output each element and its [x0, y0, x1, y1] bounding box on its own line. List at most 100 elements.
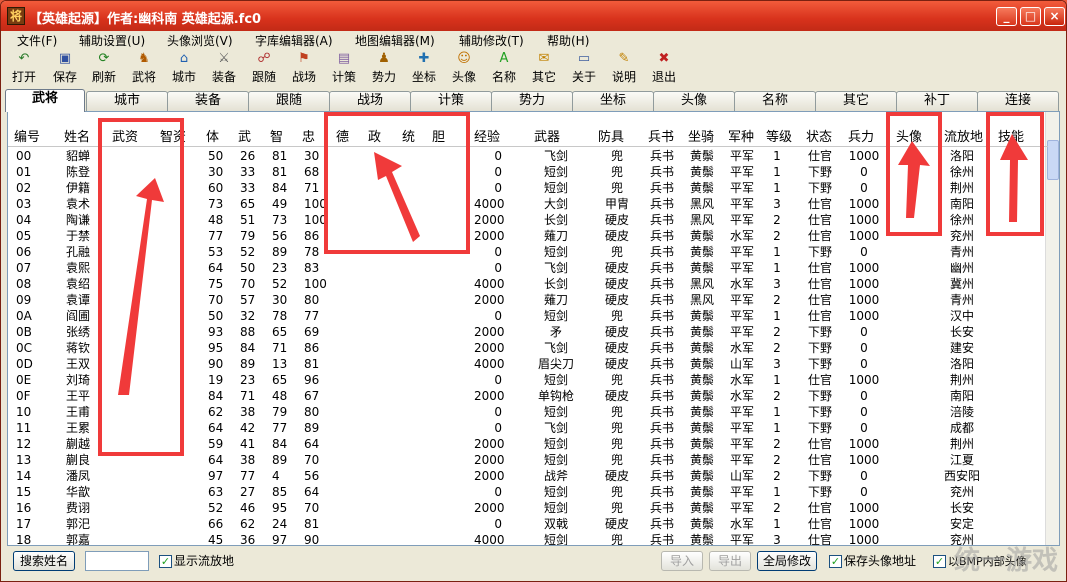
- menu-help[interactable]: 帮助(H): [547, 32, 589, 49]
- import-button[interactable]: 导入: [661, 551, 703, 571]
- search-input[interactable]: [85, 551, 149, 571]
- column-header[interactable]: 等级: [766, 126, 792, 145]
- table-cell: 2: [773, 389, 781, 403]
- table-cell: 水军: [729, 373, 754, 387]
- tab-4[interactable]: 战场: [329, 91, 411, 111]
- toolbar-button-name[interactable]: A 名称: [484, 51, 524, 87]
- toolbar-button-general[interactable]: ♞ 武将: [124, 51, 164, 87]
- table-cell: 短剑: [543, 405, 568, 419]
- table-cell: 0F: [16, 389, 31, 403]
- table-row[interactable]: 17 郭汜 66 62 24 81 0 双戟 硬皮 兵书 黄鬃 水军 1 仕官 1000 安定: [8, 517, 1046, 533]
- vertical-scrollbar[interactable]: [1045, 112, 1059, 545]
- toolbar-button-about[interactable]: ▭ 关于: [564, 51, 604, 87]
- tab-2[interactable]: 装备: [167, 91, 249, 111]
- column-header[interactable]: 武: [238, 126, 251, 145]
- toolbar-button-help[interactable]: ✎ 说明: [604, 51, 644, 87]
- tab-3[interactable]: 跟随: [248, 91, 330, 111]
- tab-12[interactable]: 连接: [977, 91, 1059, 111]
- tab-11[interactable]: 补丁: [896, 91, 978, 111]
- toolbar-button-equipment[interactable]: ⚔ 装备: [204, 51, 244, 87]
- table-row[interactable]: 16 费诩 52 46 95 70 2000 短剑 兜 兵书 黄鬃 平军 2 仕官 1000 长安: [8, 501, 1046, 517]
- table-cell: 蒯越: [66, 437, 91, 451]
- column-header[interactable]: 武器: [534, 126, 560, 145]
- table-cell: 战斧: [543, 469, 568, 483]
- bmp-portrait-checkbox[interactable]: ✓: [933, 555, 946, 568]
- table-cell: 幽州: [949, 261, 974, 275]
- global-edit-button[interactable]: 全局修改: [757, 551, 817, 571]
- toolbar-button-faction[interactable]: ♟ 势力: [364, 51, 404, 87]
- table-row[interactable]: 18 郭嘉 45 36 97 90 4000 短剑兜兵书 黄鬃 平军 3 仕官 1000 兖州: [8, 533, 1046, 546]
- tab-1[interactable]: 城市: [86, 91, 168, 111]
- column-header[interactable]: 防具: [598, 126, 624, 145]
- column-header[interactable]: 智: [270, 126, 283, 145]
- table-cell: 84: [272, 181, 288, 195]
- tab-6[interactable]: 势力: [491, 91, 573, 111]
- maximize-button[interactable]: □: [1020, 7, 1041, 26]
- table-row[interactable]: 14 潘凤 97 77 4 56 2000 战斧 硬皮 兵书 黄鬃 山军 2 下野 0 西安阳: [8, 469, 1046, 485]
- toolbar-button-battlefield[interactable]: ⚑ 战场: [284, 51, 324, 87]
- column-header[interactable]: 兵书: [648, 126, 674, 145]
- table-cell: 2: [773, 325, 781, 339]
- show-exile-checkbox[interactable]: ✓: [159, 555, 172, 568]
- export-button[interactable]: 导出: [709, 551, 751, 571]
- column-header[interactable]: 姓名: [64, 126, 90, 145]
- tab-5[interactable]: 计策: [410, 91, 492, 111]
- about-icon: ▭: [577, 51, 591, 66]
- menu-font-editor[interactable]: 字库编辑器(A): [255, 32, 333, 49]
- table-cell: 平军: [729, 405, 754, 419]
- table-cell: 兵书: [649, 533, 674, 546]
- table-cell: 84: [272, 437, 288, 451]
- table-cell: 2000: [474, 293, 505, 307]
- column-header[interactable]: 军种: [728, 126, 754, 145]
- toolbar-button-exit[interactable]: ✖ 退出: [644, 51, 684, 87]
- table-cell: 兜: [610, 405, 623, 419]
- save-portrait-checkbox[interactable]: ✓: [829, 555, 842, 568]
- toolbar-label: 武将: [131, 70, 156, 84]
- toolbar-label: 名称: [491, 70, 516, 84]
- column-header[interactable]: 忠: [302, 126, 315, 145]
- toolbar-button-refresh[interactable]: ⟳ 刷新: [84, 51, 124, 87]
- menu-assist-modify[interactable]: 辅助修改(T): [459, 32, 524, 49]
- toolbar-button-open[interactable]: ↶ 打开: [4, 51, 44, 87]
- table-row[interactable]: 15 华歆 63 27 85 64 0 短剑 兜 兵书 黄鬃 平军 1 下野 0 兖州: [8, 485, 1046, 501]
- table-cell: 安定: [949, 517, 974, 531]
- table-cell: 短剑: [543, 501, 568, 515]
- toolbar-button-strategy[interactable]: ▤ 计策: [324, 51, 364, 87]
- table-cell: 0: [860, 325, 868, 339]
- tab-8[interactable]: 头像: [653, 91, 735, 111]
- table-cell: 0: [494, 405, 502, 419]
- column-header[interactable]: 体: [206, 126, 219, 145]
- table-cell: 0: [860, 165, 868, 179]
- column-header[interactable]: 坐骑: [688, 126, 714, 145]
- toolbar-button-coordinate[interactable]: ✚ 坐标: [404, 51, 444, 87]
- table-cell: 王甫: [66, 405, 91, 419]
- table-cell: 硬皮: [604, 469, 629, 483]
- menu-assist-settings[interactable]: 辅助设置(U): [79, 32, 145, 49]
- toolbar-button-other[interactable]: ✉ 其它: [524, 51, 564, 87]
- tab-7[interactable]: 坐标: [572, 91, 654, 111]
- toolbar-button-save[interactable]: ▣ 保存: [45, 51, 85, 87]
- search-name-button[interactable]: 搜索姓名: [13, 551, 75, 571]
- table-cell: 短剑: [543, 165, 568, 179]
- column-header[interactable]: 兵力: [848, 126, 874, 145]
- tab-9[interactable]: 名称: [734, 91, 816, 111]
- toolbar-button-portrait[interactable]: ☺ 头像: [444, 51, 484, 87]
- column-header[interactable]: 经验: [474, 126, 500, 145]
- column-header[interactable]: 编号: [14, 126, 40, 145]
- column-header[interactable]: 流放地: [944, 126, 983, 145]
- menu-portrait-browse[interactable]: 头像浏览(V): [167, 32, 233, 49]
- table-cell: 1: [773, 181, 781, 195]
- column-header[interactable]: 状态: [806, 126, 832, 145]
- menu-file[interactable]: 文件(F): [17, 32, 57, 49]
- table-cell: 短剑: [543, 245, 568, 259]
- table-cell: 1: [773, 405, 781, 419]
- toolbar-button-follow[interactable]: ☍ 跟随: [244, 51, 284, 87]
- tab-10[interactable]: 其它: [815, 91, 897, 111]
- scrollbar-thumb[interactable]: [1047, 140, 1059, 180]
- tab-0[interactable]: 武将: [5, 89, 85, 112]
- menu-map-editor[interactable]: 地图编辑器(M): [355, 32, 435, 49]
- minimize-button[interactable]: _: [996, 7, 1017, 26]
- close-button[interactable]: ×: [1044, 7, 1065, 26]
- table-cell: 13: [16, 453, 32, 467]
- toolbar-button-city[interactable]: ⌂ 城市: [164, 51, 204, 87]
